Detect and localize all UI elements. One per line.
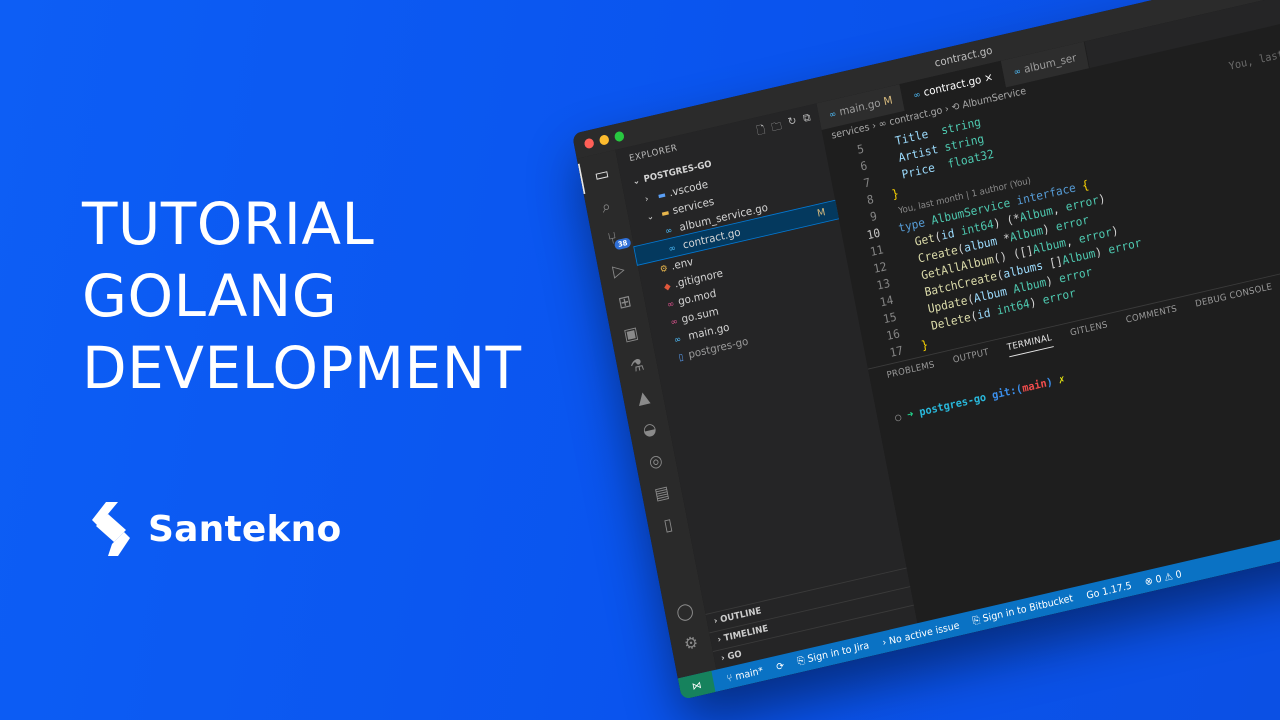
minimize-window-button[interactable] bbox=[598, 134, 610, 146]
file-tree: ⌄ POSTGRES-GO › ▬.vscode ⌄ ▬services ∞ album… bbox=[621, 130, 860, 371]
tab-gitlens[interactable]: GITLENS bbox=[1069, 320, 1109, 343]
tab-terminal[interactable]: TERMINAL bbox=[1006, 332, 1054, 358]
prompt-directory: postgres-go bbox=[918, 390, 988, 419]
go-file-icon: ∞ bbox=[912, 89, 922, 102]
source-control-badge: 38 bbox=[613, 237, 632, 251]
prompt-dirty-mark: ✗ bbox=[1057, 372, 1066, 387]
status-branch[interactable]: ⑂ main* bbox=[726, 664, 764, 684]
sync-icon[interactable]: ⟳ bbox=[775, 659, 785, 672]
brand-name: Santekno bbox=[148, 508, 342, 550]
new-file-icon[interactable]: 🗋 bbox=[755, 121, 767, 141]
headline-line-3: DEVELOPMENT bbox=[82, 334, 522, 402]
terminal[interactable]: ○ ➜ postgres-go git:(main) ✗ bbox=[894, 372, 1066, 424]
prompt-arrow-icon: ➜ bbox=[906, 407, 915, 422]
explorer-title: EXPLORER bbox=[628, 143, 679, 164]
status-problems[interactable]: ⊗ 0 ⚠ 0 bbox=[1144, 568, 1183, 588]
modified-flag: M bbox=[816, 206, 827, 220]
headline-line-2: GOLANG bbox=[82, 262, 338, 330]
go-file-icon: ∞ bbox=[828, 109, 838, 121]
settings-gear-icon[interactable]: ⚙ bbox=[669, 624, 713, 663]
santekno-logo-icon bbox=[92, 502, 130, 556]
go-file-icon: ∞ bbox=[1013, 66, 1022, 78]
tab-comments[interactable]: COMMENTS bbox=[1125, 304, 1179, 330]
brand-logo: Santekno bbox=[88, 500, 341, 558]
close-window-button[interactable] bbox=[583, 137, 595, 150]
refresh-icon[interactable]: ↻ bbox=[787, 114, 799, 135]
tab-output[interactable]: OUTPUT bbox=[952, 347, 990, 369]
terminal-status-icon: ○ bbox=[893, 410, 903, 424]
device-icon[interactable]: ▯ bbox=[646, 505, 690, 544]
headline: TUTORIAL GOLANG DEVELOPMENT bbox=[82, 188, 522, 404]
close-tab-icon[interactable]: × bbox=[983, 70, 994, 84]
new-folder-icon[interactable]: 🗀 bbox=[770, 117, 784, 138]
tab-problems[interactable]: PROBLEMS bbox=[886, 360, 936, 385]
collapse-all-icon[interactable]: ⧉ bbox=[802, 111, 813, 131]
prompt-branch: main bbox=[1021, 376, 1048, 395]
prompt-git: git:(main) bbox=[990, 375, 1054, 402]
maximize-window-button[interactable] bbox=[613, 130, 625, 143]
window-controls bbox=[583, 130, 625, 150]
headline-line-1: TUTORIAL bbox=[82, 190, 375, 258]
